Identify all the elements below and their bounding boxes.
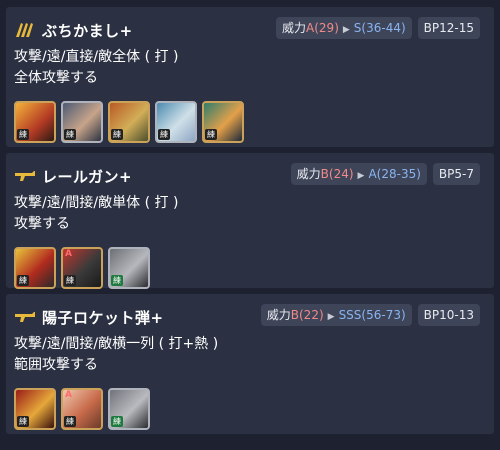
- skill-header: ぶちかまし+ 威力A(29) ▶ S(36-44) BP12-15: [14, 15, 486, 45]
- claw-icon: [16, 23, 33, 37]
- skill-name: ぶちかまし+: [42, 21, 133, 40]
- gun-icon: [15, 171, 35, 181]
- arrow-right-icon: ▶: [357, 171, 365, 181]
- skill-card[interactable]: ぶちかまし+ 威力A(29) ▶ S(36-44) BP12-15 攻撃/遠/直接/…: [6, 7, 494, 147]
- power-from: A(29): [306, 21, 339, 35]
- power-badge: 威力B(22) ▶ SSS(56-73): [260, 304, 412, 326]
- power-to: A(28-35): [368, 167, 421, 181]
- skill-desc-line1: 攻撃/遠/直接/敵全体 ( 打 ): [14, 49, 179, 65]
- skill-header: レールガン+ 威力B(24) ▶ A(28-35) BP5-7: [14, 161, 486, 191]
- unit-rank-tag: A: [65, 249, 72, 259]
- skill-desc-line1: 攻撃/遠/間接/敵単体 ( 打 ): [14, 195, 179, 211]
- bp-badge: BP12-15: [417, 17, 480, 39]
- unit-label: 練: [17, 129, 29, 140]
- power-to: S(36-44): [353, 21, 406, 35]
- power-to: SSS(56-73): [338, 308, 406, 322]
- power-badge: 威力B(24) ▶ A(28-35): [290, 163, 427, 185]
- power-from: B(22): [290, 308, 324, 322]
- unit-portrait[interactable]: 練: [108, 247, 150, 289]
- unit-label: 練: [64, 275, 76, 286]
- unit-label: 練: [17, 275, 29, 286]
- skill-desc-line2: 全体攻撃する: [14, 70, 98, 86]
- unit-portrait[interactable]: 練: [155, 101, 197, 143]
- skill-stats: 威力B(22) ▶ SSS(56-73) BP10-13: [260, 304, 480, 326]
- arrow-right-icon: ▶: [342, 25, 350, 35]
- unit-portrait[interactable]: 練: [108, 101, 150, 143]
- skill-card[interactable]: 陽子ロケット弾+ 威力B(22) ▶ SSS(56-73) BP10-13 攻撃/遠…: [6, 294, 494, 434]
- bp-badge: BP5-7: [432, 163, 480, 185]
- skill-desc-line2: 攻撃する: [14, 216, 70, 232]
- unit-portrait[interactable]: 練: [14, 388, 56, 430]
- unit-portrait[interactable]: 練: [108, 388, 150, 430]
- unit-label: 練: [64, 416, 76, 427]
- skill-card[interactable]: レールガン+ 威力B(24) ▶ A(28-35) BP5-7 攻撃/遠/間接/敵単…: [6, 153, 494, 289]
- unit-portrait[interactable]: A練: [61, 247, 103, 289]
- gun-icon: [15, 312, 35, 322]
- unit-portrait[interactable]: 練: [14, 247, 56, 289]
- skill-list: ぶちかまし+ 威力A(29) ▶ S(36-44) BP12-15 攻撃/遠/直接/…: [0, 0, 500, 434]
- unit-list: 練 練 練 練 練: [14, 101, 486, 143]
- arrow-right-icon: ▶: [327, 312, 335, 322]
- skill-stats: 威力B(24) ▶ A(28-35) BP5-7: [290, 163, 480, 185]
- unit-list: 練 A練 練: [14, 247, 486, 289]
- skill-description: 攻撃/遠/直接/敵全体 ( 打 ) 全体攻撃する: [14, 47, 486, 89]
- power-label: 威力: [282, 21, 307, 35]
- unit-label: 練: [64, 129, 76, 140]
- unit-portrait[interactable]: 練: [61, 101, 103, 143]
- unit-label: 練: [111, 129, 123, 140]
- skill-name: 陽子ロケット弾+: [42, 308, 164, 327]
- unit-label: 練: [158, 129, 170, 140]
- bp-badge: BP10-13: [417, 304, 480, 326]
- skill-name: レールガン+: [42, 167, 133, 186]
- unit-portrait[interactable]: 練: [202, 101, 244, 143]
- unit-portrait[interactable]: A練: [61, 388, 103, 430]
- unit-rank-tag: A: [65, 390, 72, 400]
- skill-description: 攻撃/遠/間接/敵横一列 ( 打+熱 ) 範囲攻撃する: [14, 334, 486, 376]
- unit-portrait[interactable]: 練: [14, 101, 56, 143]
- power-label: 威力: [266, 308, 291, 322]
- power-badge: 威力A(29) ▶ S(36-44): [276, 17, 412, 39]
- skill-header: 陽子ロケット弾+ 威力B(22) ▶ SSS(56-73) BP10-13: [14, 302, 486, 332]
- skill-desc-line2: 範囲攻撃する: [14, 357, 98, 373]
- unit-label: 練: [111, 275, 123, 286]
- skill-stats: 威力A(29) ▶ S(36-44) BP12-15: [276, 17, 480, 39]
- unit-label: 練: [111, 416, 123, 427]
- power-label: 威力: [296, 167, 321, 181]
- skill-desc-line1: 攻撃/遠/間接/敵横一列 ( 打+熱 ): [14, 336, 219, 352]
- unit-label: 練: [17, 416, 29, 427]
- power-from: B(24): [320, 167, 354, 181]
- unit-label: 練: [205, 129, 217, 140]
- skill-description: 攻撃/遠/間接/敵単体 ( 打 ) 攻撃する: [14, 193, 486, 235]
- unit-list: 練 A練 練: [14, 388, 486, 430]
